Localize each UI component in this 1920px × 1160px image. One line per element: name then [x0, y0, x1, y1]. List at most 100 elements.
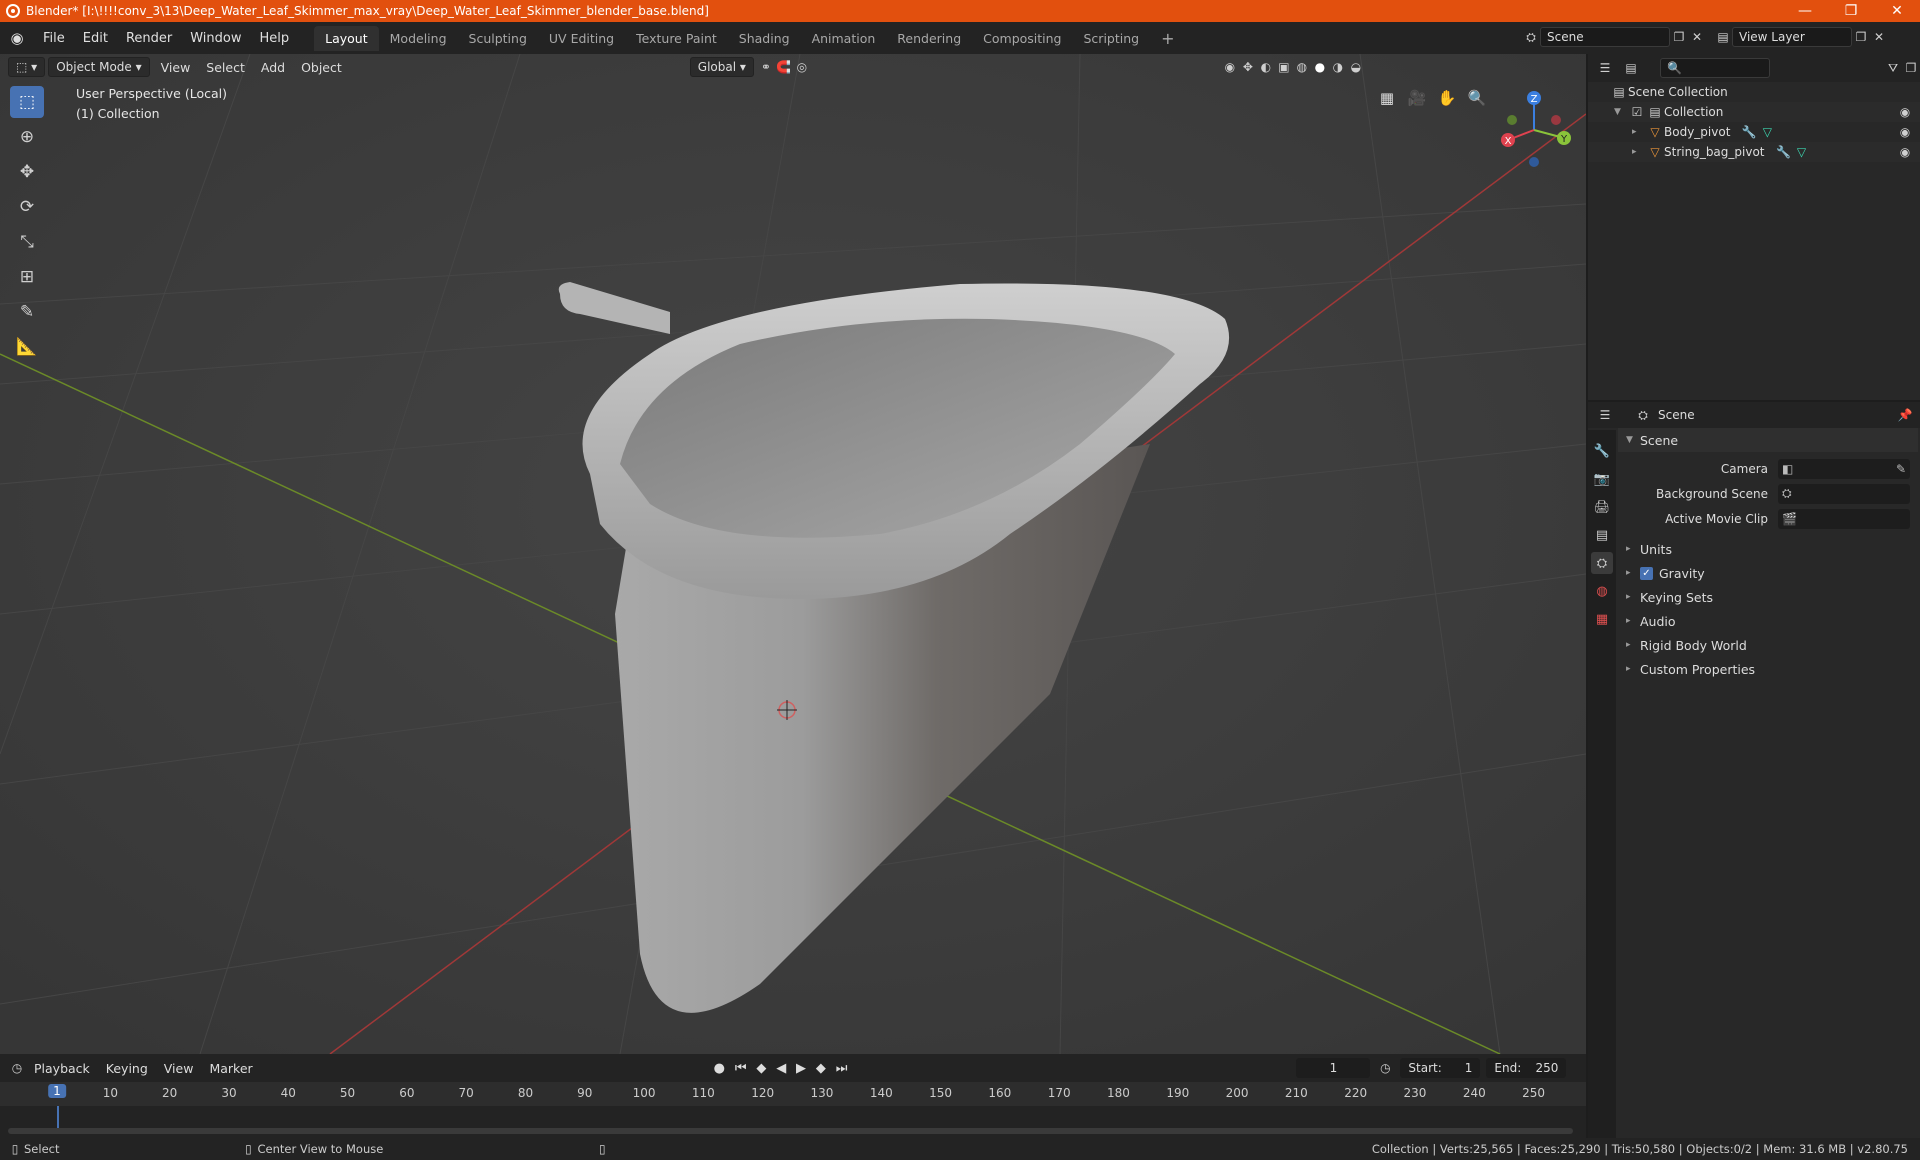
timeline-menu-view[interactable]: View: [156, 1061, 202, 1076]
gravity-checkbox[interactable]: ✓: [1640, 566, 1653, 580]
jump-start-icon[interactable]: ⏮: [735, 1061, 747, 1076]
frame-cursor[interactable]: 1: [48, 1084, 66, 1098]
properties-editor-icon[interactable]: ☰: [1596, 406, 1614, 424]
render-tab-icon[interactable]: 📷: [1591, 468, 1613, 490]
measure-tool-icon[interactable]: 📐: [10, 331, 44, 363]
tab-texture-paint[interactable]: Texture Paint: [625, 26, 728, 51]
audio-panel[interactable]: ▸ Audio: [1618, 609, 1918, 633]
gizmo-icon[interactable]: ✥: [1239, 58, 1257, 76]
tab-modeling[interactable]: Modeling: [379, 26, 458, 51]
rotate-tool-icon[interactable]: ⟳: [10, 191, 44, 223]
move-tool-icon[interactable]: ✥: [10, 156, 44, 188]
tab-scripting[interactable]: Scripting: [1073, 26, 1151, 51]
view-layer-icon[interactable]: ▤: [1714, 28, 1732, 46]
visibility-icon[interactable]: ◉: [1221, 58, 1239, 76]
scene-name-field[interactable]: Scene: [1540, 27, 1670, 47]
pan-view-icon[interactable]: ✋: [1432, 84, 1462, 112]
menu-file[interactable]: File: [34, 31, 74, 46]
transform-orientation-dropdown[interactable]: Global ▾: [689, 57, 754, 77]
scene-icon[interactable]: ⛭: [1522, 28, 1540, 46]
custom-properties-panel[interactable]: ▸ Custom Properties: [1618, 657, 1918, 681]
overlay-icon[interactable]: ◐: [1257, 58, 1275, 76]
3d-viewport[interactable]: ⬚ ▾ Object Mode ▾ View Select Add Object…: [0, 54, 1586, 1054]
outliner-row-collection[interactable]: ▼ ☑ ▤ Collection ◉: [1588, 102, 1920, 122]
outliner-row-string-bag-pivot[interactable]: ▸ ▽ String_bag_pivot 🔧 ▽ ◉: [1588, 142, 1920, 162]
expand-arrow-icon[interactable]: ▸: [1632, 127, 1646, 137]
delete-view-layer-icon[interactable]: ✕: [1870, 28, 1888, 46]
record-icon[interactable]: ●: [714, 1061, 725, 1076]
tool-tab-icon[interactable]: 🔧: [1591, 440, 1613, 462]
xray-icon[interactable]: ▣: [1275, 58, 1293, 76]
scene-panel-header[interactable]: ▼ Scene: [1618, 428, 1918, 452]
minimize-button[interactable]: —: [1782, 0, 1828, 22]
world-tab-icon[interactable]: ◍: [1591, 580, 1613, 602]
start-frame-field[interactable]: Start: 1: [1400, 1058, 1481, 1078]
visibility-eye-icon[interactable]: ◉: [1896, 143, 1914, 161]
viewport-menu-object[interactable]: Object: [293, 60, 350, 75]
timeline-menu-marker[interactable]: Marker: [201, 1061, 260, 1076]
camera-view-icon[interactable]: 🎥: [1402, 84, 1432, 112]
tab-shading[interactable]: Shading: [728, 26, 801, 51]
viewport-menu-add[interactable]: Add: [253, 60, 293, 75]
camera-field[interactable]: ◧ ✎: [1778, 458, 1910, 479]
menu-help[interactable]: Help: [251, 31, 299, 46]
tab-sculpting[interactable]: Sculpting: [458, 26, 538, 51]
display-mode-icon[interactable]: ▤: [1622, 59, 1640, 77]
outliner-search-input[interactable]: 🔍: [1660, 58, 1770, 78]
visibility-eye-icon[interactable]: ◉: [1896, 123, 1914, 141]
outliner-row-body-pivot[interactable]: ▸ ▽ Body_pivot 🔧 ▽ ◉: [1588, 122, 1920, 142]
scene-tab-icon[interactable]: ⛭: [1591, 552, 1613, 574]
collection-checkbox-icon[interactable]: ☑: [1628, 103, 1646, 121]
movie-clip-field[interactable]: 🎬: [1778, 508, 1910, 529]
pin-icon[interactable]: 📌: [1896, 406, 1914, 424]
shading-material-icon[interactable]: ◑: [1329, 58, 1347, 76]
pivot-icon[interactable]: ⚭: [757, 58, 775, 76]
expand-arrow-icon[interactable]: ▼: [1614, 107, 1628, 117]
visibility-eye-icon[interactable]: ◉: [1896, 103, 1914, 121]
cursor-tool-icon[interactable]: ⊕: [10, 121, 44, 153]
viewport-menu-select[interactable]: Select: [198, 60, 253, 75]
current-frame-field[interactable]: 1: [1296, 1058, 1371, 1078]
tab-rendering[interactable]: Rendering: [886, 26, 972, 51]
annotate-tool-icon[interactable]: ✎: [10, 296, 44, 328]
tab-compositing[interactable]: Compositing: [972, 26, 1072, 51]
jump-end-icon[interactable]: ⏭: [836, 1061, 848, 1076]
navigation-gizmo[interactable]: Z Y X: [1494, 90, 1574, 170]
timeline-track-area[interactable]: [0, 1106, 1586, 1138]
select-box-tool-icon[interactable]: ⬚: [10, 86, 44, 118]
prev-keyframe-icon[interactable]: ◆: [756, 1061, 766, 1076]
timeline-menu-keying[interactable]: Keying: [98, 1061, 156, 1076]
restore-button[interactable]: ❐: [1828, 0, 1874, 22]
tab-animation[interactable]: Animation: [801, 26, 887, 51]
view-layer-field[interactable]: View Layer: [1732, 27, 1852, 47]
rigid-body-world-panel[interactable]: ▸ Rigid Body World: [1618, 633, 1918, 657]
tab-uv-editing[interactable]: UV Editing: [538, 26, 625, 51]
gravity-panel[interactable]: ▸ ✓ Gravity: [1618, 561, 1918, 585]
new-scene-icon[interactable]: ❐: [1670, 28, 1688, 46]
editor-type-button[interactable]: ⬚ ▾: [8, 57, 46, 77]
output-tab-icon[interactable]: 🖨: [1591, 496, 1613, 518]
transform-tool-icon[interactable]: ⊞: [10, 261, 44, 293]
zoom-view-icon[interactable]: 🔍: [1462, 84, 1492, 112]
keying-sets-panel[interactable]: ▸ Keying Sets: [1618, 585, 1918, 609]
shading-solid-icon[interactable]: ●: [1311, 58, 1329, 76]
viewport-menu-view[interactable]: View: [153, 60, 199, 75]
shading-wireframe-icon[interactable]: ◍: [1293, 58, 1311, 76]
view-layer-tab-icon[interactable]: ▤: [1591, 524, 1613, 546]
timeline-scrollbar[interactable]: [8, 1128, 1573, 1134]
preview-range-icon[interactable]: ◷: [1376, 1059, 1394, 1077]
end-frame-field[interactable]: End: 250: [1486, 1058, 1567, 1078]
frame-ruler[interactable]: 1 10 20 30 40 50 60 70 80 90 100 110 120 130 140 150 16…: [0, 1082, 1586, 1106]
add-workspace-icon[interactable]: +: [1150, 24, 1185, 53]
new-view-layer-icon[interactable]: ❐: [1852, 28, 1870, 46]
menu-window[interactable]: Window: [181, 31, 250, 46]
eyedropper-icon[interactable]: ✎: [1896, 462, 1906, 476]
background-scene-field[interactable]: ⛭: [1778, 483, 1910, 504]
delete-scene-icon[interactable]: ✕: [1688, 28, 1706, 46]
blender-menu-icon[interactable]: ◉: [8, 29, 26, 47]
texture-tab-icon[interactable]: ▦: [1591, 608, 1613, 630]
scale-tool-icon[interactable]: ⤡: [10, 226, 44, 258]
timeline-menu-playback[interactable]: Playback: [26, 1061, 98, 1076]
timeline-editor-icon[interactable]: ◷: [8, 1059, 26, 1077]
expand-arrow-icon[interactable]: ▸: [1632, 147, 1646, 157]
